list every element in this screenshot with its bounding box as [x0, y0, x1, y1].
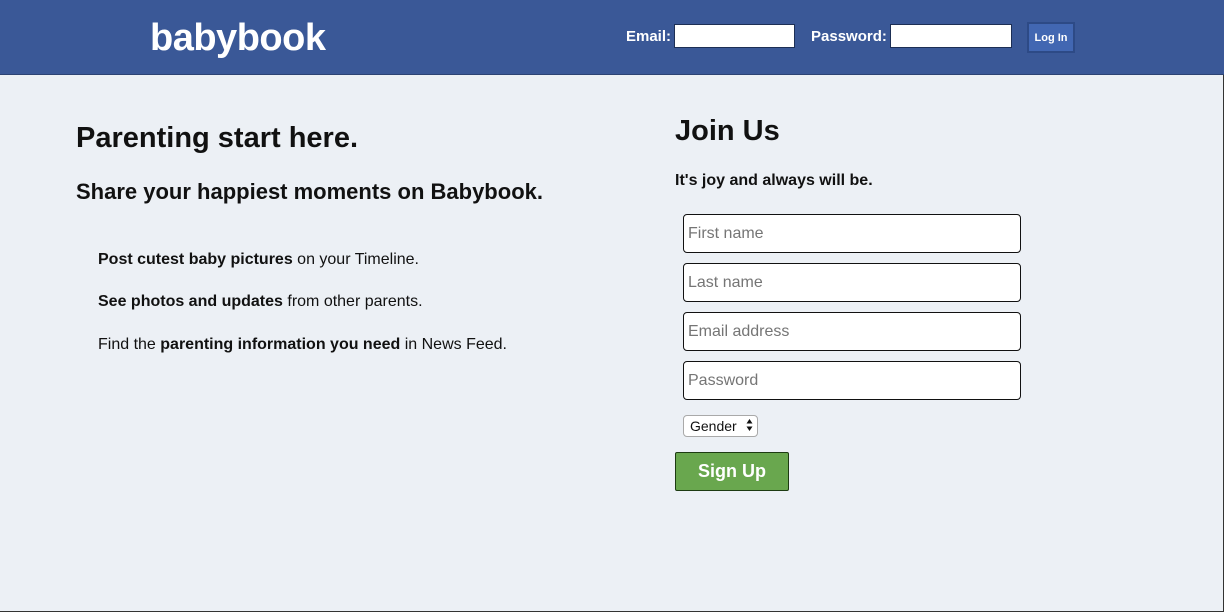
feature-item-information: Find the parenting information you need …	[98, 335, 507, 355]
login-password-label: Password:	[811, 28, 887, 45]
email-address-input[interactable]	[683, 312, 1021, 351]
chevron-up-down-icon	[746, 418, 753, 432]
gender-select[interactable]: Gender	[683, 415, 758, 437]
babybook-logo[interactable]: babybook	[150, 15, 326, 61]
gender-select-value: Gender	[690, 418, 737, 434]
feature-text-post: from other parents.	[282, 293, 423, 310]
last-name-input[interactable]	[683, 263, 1021, 302]
login-email-input[interactable]	[674, 24, 795, 48]
feature-text-post: on your Timeline.	[292, 251, 419, 268]
first-name-input[interactable]	[683, 214, 1021, 253]
hero-title: Parenting start here.	[76, 122, 359, 154]
signup-tagline: It's joy and always will be.	[675, 172, 873, 189]
feature-item-updates: See photos and updates from other parent…	[98, 292, 423, 312]
feature-text-bold: parenting information you need	[160, 336, 401, 353]
sign-up-button[interactable]: Sign Up	[675, 452, 789, 491]
login-email-label: Email:	[626, 28, 672, 45]
feature-text-pre: Find the	[98, 336, 161, 353]
hero-subtitle: Share your happiest moments on Babybook.	[76, 179, 543, 204]
password-input[interactable]	[683, 361, 1021, 400]
feature-text-bold: Post cutest baby pictures	[98, 251, 293, 268]
feature-text-bold: See photos and updates	[98, 293, 283, 310]
feature-text-post: in News Feed.	[400, 336, 507, 353]
login-button[interactable]: Log In	[1027, 22, 1075, 53]
login-password-input[interactable]	[890, 24, 1012, 48]
signup-title: Join Us	[675, 115, 780, 147]
feature-item-pictures: Post cutest baby pictures on your Timeli…	[98, 250, 419, 270]
top-navigation-bar: babybook Email: Password: Log In	[0, 0, 1224, 75]
page-background: babybook Email: Password: Log In Parenti…	[0, 0, 1224, 612]
